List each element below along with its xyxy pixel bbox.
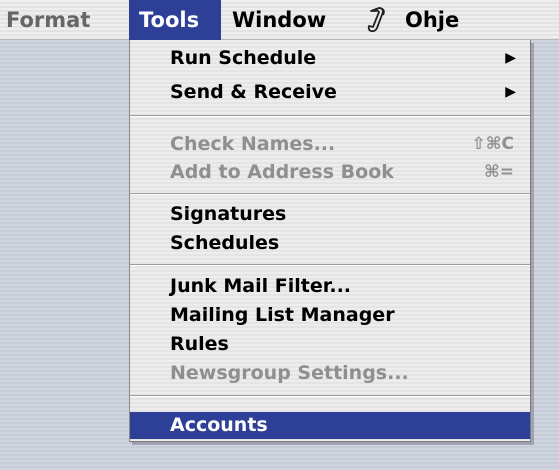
menu-item-add-to-address-book: Add to Address Book ⌘=: [130, 159, 530, 186]
menu-item-signatures[interactable]: Signatures: [130, 201, 530, 228]
menu-format[interactable]: Format: [6, 0, 90, 40]
menu-item-schedules[interactable]: Schedules: [130, 230, 530, 257]
menu-separator: [130, 193, 530, 195]
menu-item-label: Rules: [170, 333, 229, 355]
menu-ohje[interactable]: Ohje: [405, 0, 459, 40]
menu-item-newsgroup-settings: Newsgroup Settings...: [130, 360, 530, 387]
menu-item-send-receive[interactable]: Send & Receive ▶: [130, 79, 530, 106]
submenu-arrow-icon: ▶: [505, 84, 516, 100]
script-scroll-icon: [367, 7, 385, 33]
menu-item-label: Send & Receive: [170, 81, 337, 103]
menu-item-label: Add to Address Book: [170, 161, 394, 183]
menu-item-label: Accounts: [170, 414, 268, 436]
script-menu-icon[interactable]: [364, 0, 390, 40]
shortcut-label: ⌘=: [483, 162, 514, 182]
shortcut-label: ⇧⌘C: [471, 134, 515, 154]
menu-item-label: Mailing List Manager: [170, 304, 395, 326]
menu-item-label: Signatures: [170, 203, 287, 225]
menu-window[interactable]: Window: [232, 0, 326, 40]
submenu-arrow-icon: ▶: [505, 50, 516, 66]
menu-item-label: Run Schedule: [170, 47, 317, 69]
menu-item-accounts[interactable]: Accounts: [130, 412, 530, 439]
menu-item-mailing-list-manager[interactable]: Mailing List Manager: [130, 302, 530, 329]
menu-tools[interactable]: Tools: [129, 0, 221, 40]
menu-item-label: Junk Mail Filter...: [170, 275, 352, 297]
menu-item-label: Newsgroup Settings...: [170, 362, 409, 384]
menu-separator: [130, 115, 530, 117]
menu-separator: [130, 264, 530, 266]
menu-bar: Format Tools Window Ohje: [0, 0, 559, 40]
menu-item-run-schedule[interactable]: Run Schedule ▶: [130, 45, 530, 72]
menu-item-junk-mail-filter[interactable]: Junk Mail Filter...: [130, 273, 530, 300]
tools-dropdown-menu: Run Schedule ▶ Send & Receive ▶ Check Na…: [129, 40, 531, 442]
menu-item-rules[interactable]: Rules: [130, 331, 530, 358]
menu-separator: [130, 395, 530, 397]
menu-item-label: Check Names...: [170, 133, 336, 155]
menu-item-check-names: Check Names... ⇧⌘C: [130, 131, 530, 158]
menu-item-label: Schedules: [170, 232, 280, 254]
